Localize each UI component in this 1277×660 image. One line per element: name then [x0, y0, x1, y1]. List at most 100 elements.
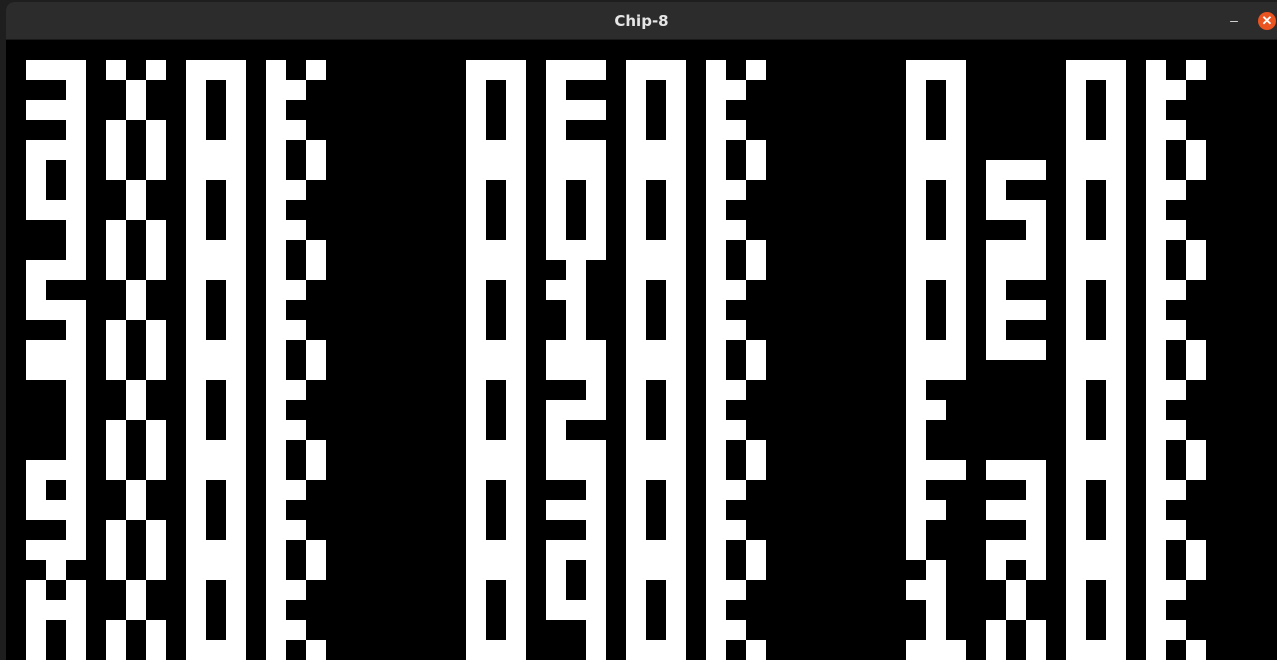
display-glyph-pixel — [1026, 300, 1046, 320]
close-button[interactable]: ✕ — [1258, 12, 1276, 30]
display-glyph-pixel — [226, 100, 246, 120]
display-glyph-pixel — [626, 80, 646, 100]
display-glyph-pixel — [266, 520, 286, 540]
display-glyph-pixel — [186, 440, 206, 460]
display-glyph-pixel — [146, 320, 166, 340]
display-glyph-pixel — [486, 560, 506, 580]
display-glyph-pixel — [1166, 180, 1186, 200]
display-glyph-pixel — [1186, 440, 1206, 460]
display-glyph-pixel — [626, 380, 646, 400]
display-glyph-pixel — [946, 280, 966, 300]
display-glyph-pixel — [566, 320, 586, 340]
display-glyph-pixel — [186, 160, 206, 180]
display-glyph-pixel — [586, 160, 606, 180]
display-glyph-pixel — [1106, 600, 1126, 620]
display-glyph-pixel — [1086, 340, 1106, 360]
display-glyph-pixel — [646, 260, 666, 280]
display-glyph-pixel — [1026, 620, 1046, 640]
display-glyph-pixel — [706, 60, 726, 80]
display-glyph-pixel — [1106, 240, 1126, 260]
display-glyph-pixel — [186, 380, 206, 400]
display-glyph-pixel — [946, 60, 966, 80]
display-glyph-pixel — [1106, 80, 1126, 100]
display-glyph-pixel — [1106, 460, 1126, 480]
display-glyph-pixel — [466, 620, 486, 640]
display-glyph-pixel — [666, 560, 686, 580]
display-glyph-pixel — [26, 540, 46, 560]
display-glyph-pixel — [226, 600, 246, 620]
display-glyph-pixel — [546, 80, 566, 100]
title-bar[interactable]: Chip-8 – ✕ — [6, 2, 1277, 40]
display-glyph-pixel — [106, 520, 126, 540]
display-glyph-pixel — [546, 160, 566, 180]
display-glyph-pixel — [1086, 360, 1106, 380]
display-glyph-pixel — [666, 360, 686, 380]
display-glyph-pixel — [906, 380, 926, 400]
display-glyph-pixel — [926, 340, 946, 360]
display-glyph-pixel — [1146, 60, 1166, 80]
display-glyph-pixel — [106, 260, 126, 280]
display-glyph-pixel — [1146, 500, 1166, 520]
display-glyph-pixel — [306, 640, 326, 660]
display-glyph-pixel — [926, 600, 946, 620]
display-glyph-pixel — [666, 220, 686, 240]
display-glyph-pixel — [486, 140, 506, 160]
display-glyph-pixel — [1106, 280, 1126, 300]
display-glyph-pixel — [586, 340, 606, 360]
display-glyph-pixel — [106, 340, 126, 360]
display-glyph-pixel — [1066, 520, 1086, 540]
display-glyph-pixel — [286, 280, 306, 300]
display-glyph-pixel — [186, 520, 206, 540]
display-glyph-pixel — [1006, 160, 1026, 180]
display-glyph-pixel — [186, 600, 206, 620]
display-glyph-pixel — [226, 520, 246, 540]
display-glyph-pixel — [186, 640, 206, 660]
display-glyph-pixel — [186, 100, 206, 120]
display-glyph-pixel — [266, 560, 286, 580]
display-glyph-pixel — [266, 480, 286, 500]
display-glyph-pixel — [66, 220, 86, 240]
display-glyph-pixel — [546, 200, 566, 220]
display-glyph-pixel — [1106, 440, 1126, 460]
display-glyph-pixel — [286, 520, 306, 540]
display-glyph-pixel — [726, 320, 746, 340]
display-glyph-pixel — [126, 500, 146, 520]
display-glyph-pixel — [486, 60, 506, 80]
display-glyph-pixel — [1146, 560, 1166, 580]
display-glyph-pixel — [586, 240, 606, 260]
display-glyph-pixel — [666, 260, 686, 280]
display-glyph-pixel — [906, 220, 926, 240]
display-glyph-pixel — [1146, 460, 1166, 480]
display-glyph-pixel — [706, 540, 726, 560]
display-glyph-pixel — [1106, 560, 1126, 580]
display-glyph-pixel — [1026, 260, 1046, 280]
display-glyph-pixel — [266, 620, 286, 640]
display-glyph-pixel — [46, 340, 66, 360]
display-glyph-pixel — [926, 160, 946, 180]
display-glyph-pixel — [926, 400, 946, 420]
display-glyph-pixel — [266, 360, 286, 380]
display-glyph-pixel — [1106, 420, 1126, 440]
display-glyph-pixel — [1086, 460, 1106, 480]
display-glyph-pixel — [46, 560, 66, 580]
display-glyph-pixel — [146, 440, 166, 460]
display-glyph-pixel — [946, 320, 966, 340]
display-glyph-pixel — [746, 340, 766, 360]
display-glyph-pixel — [186, 480, 206, 500]
display-glyph-pixel — [266, 240, 286, 260]
display-glyph-pixel — [466, 480, 486, 500]
display-glyph-pixel — [66, 600, 86, 620]
display-glyph-pixel — [1066, 640, 1086, 660]
display-glyph-pixel — [726, 280, 746, 300]
display-glyph-pixel — [126, 580, 146, 600]
display-glyph-pixel — [1146, 380, 1166, 400]
display-glyph-pixel — [306, 340, 326, 360]
display-glyph-pixel — [226, 200, 246, 220]
display-glyph-pixel — [26, 300, 46, 320]
display-glyph-pixel — [186, 180, 206, 200]
display-glyph-pixel — [1106, 220, 1126, 240]
minimize-button[interactable]: – — [1224, 11, 1244, 31]
display-glyph-pixel — [146, 460, 166, 480]
display-glyph-pixel — [546, 140, 566, 160]
display-glyph-pixel — [146, 240, 166, 260]
